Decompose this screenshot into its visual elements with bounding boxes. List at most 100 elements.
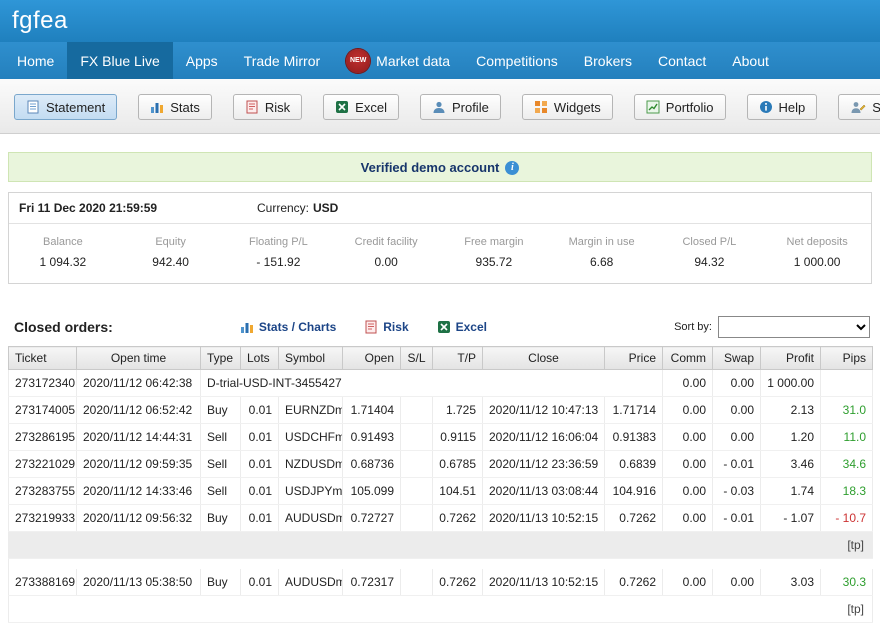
table-cell: 1.71714 [605,397,663,424]
profile-button[interactable]: Profile [420,94,501,120]
table-cell: 273388169 [9,569,77,596]
table-row: 2733881692020/11/13 05:38:50Buy0.01AUDUS… [9,569,873,596]
table-cell: 0.00 [713,569,761,596]
stats-button[interactable]: Stats [138,94,212,120]
table-row: 2732210292020/11/12 09:59:35Sell0.01NZDU… [9,451,873,478]
nav-item-apps[interactable]: Apps [173,42,231,79]
table-cell: 0.01 [241,451,279,478]
table-cell: 0.00 [663,370,713,397]
account-header-row: Fri 11 Dec 2020 21:59:59 Currency: USD [9,193,871,224]
column-header-open: Open [343,347,401,370]
nav-item-brokers[interactable]: Brokers [571,42,645,79]
portfolio-button-label: Portfolio [666,100,714,115]
summary-label: Balance [9,236,117,248]
table-cell [401,478,433,505]
table-cell: EURNZDm [279,397,343,424]
portfolio-button[interactable]: Portfolio [634,94,726,120]
close-comment-cell: [tp] [9,532,873,559]
table-cell: - 0.01 [713,505,761,532]
table-cell: 104.916 [605,478,663,505]
table-cell [9,559,873,570]
summary-value: 935.72 [440,255,548,269]
table-row: [tp] [9,532,873,559]
nav-item-competitions[interactable]: Competitions [463,42,571,79]
table-cell: 273283755 [9,478,77,505]
summary-value: 94.32 [656,255,764,269]
summary-label: Credit facility [332,236,440,248]
column-header-open-time: Open time [77,347,201,370]
table-cell: 0.7262 [605,505,663,532]
table-cell: Sell [201,451,241,478]
table-cell: 273286195 [9,424,77,451]
summary-closed-pl: Closed P/L 94.32 [656,236,764,269]
widgets-button[interactable]: Widgets [522,94,613,120]
column-header-lots: Lots [241,347,279,370]
table-cell: 0.91383 [605,424,663,451]
profile-icon [432,100,446,114]
table-cell: 34.6 [821,451,873,478]
table-cell: Buy [201,505,241,532]
table-cell [401,569,433,596]
verified-banner-text: Verified demo account [361,160,500,175]
stats-charts-link[interactable]: Stats / Charts [240,320,336,334]
table-cell: 0.01 [241,478,279,505]
table-cell: Sell [201,478,241,505]
help-button[interactable]: Help [747,94,818,120]
table-cell: 2020/11/12 14:44:31 [77,424,201,451]
table-cell: 18.3 [821,478,873,505]
account-summary: Balance 1 094.32 Equity 942.40 Floating … [9,224,871,283]
table-cell: 1.20 [761,424,821,451]
table-cell: 0.7262 [433,505,483,532]
table-cell: 0.00 [663,505,713,532]
new-badge: NEW [346,49,370,73]
risk-icon [245,100,259,114]
sign-up-button-label: Sign up [872,100,880,115]
sort-group: Sort by: [674,316,870,338]
table-cell: AUDUSDm [279,505,343,532]
table-cell: 3.03 [761,569,821,596]
verified-banner: Verified demo account i [8,152,872,182]
table-cell: 2020/11/13 10:52:15 [483,569,605,596]
table-cell: 273172340 [9,370,77,397]
orders-header: Closed orders: Stats / Charts Risk Excel… [14,316,870,338]
table-cell: 0.91493 [343,424,401,451]
table-cell: 2020/11/12 23:36:59 [483,451,605,478]
sort-by-label: Sort by: [674,321,712,333]
nav-item-trade-mirror[interactable]: Trade Mirror [231,42,334,79]
risk-button[interactable]: Risk [233,94,302,120]
column-header-symbol: Symbol [279,347,343,370]
stats-button-label: Stats [170,100,200,115]
statement-button[interactable]: Statement [14,94,117,120]
table-row [9,559,873,570]
table-cell: 0.00 [663,424,713,451]
column-header-comm: Comm [663,347,713,370]
sort-select[interactable] [718,316,870,338]
excel-link[interactable]: Excel [437,320,487,334]
nav-item-about[interactable]: About [719,42,782,79]
info-icon[interactable]: i [505,161,519,175]
excel-button[interactable]: Excel [323,94,399,120]
table-cell: USDCHFm [279,424,343,451]
orders-links: Stats / Charts Risk Excel [240,320,547,334]
table-cell: 0.01 [241,569,279,596]
table-cell: 0.01 [241,397,279,424]
table-cell: 11.0 [821,424,873,451]
table-cell: 0.00 [713,397,761,424]
close-comment-cell: [tp] [9,596,873,623]
nav-item-home[interactable]: Home [4,42,67,79]
nav-item-market-data[interactable]: NEW Market data [333,42,463,79]
table-cell: 2020/11/12 14:33:46 [77,478,201,505]
summary-value: 942.40 [117,255,225,269]
currency-label: Currency: [257,201,309,215]
risk-link[interactable]: Risk [364,320,408,334]
risk-link-label: Risk [383,320,408,334]
table-row: [tp] [9,596,873,623]
statement-button-label: Statement [46,100,105,115]
nav-item-fx-blue-live[interactable]: FX Blue Live [67,42,172,79]
sign-up-button[interactable]: Sign up [838,94,880,120]
table-cell: 0.72317 [343,569,401,596]
widgets-button-label: Widgets [554,100,601,115]
column-header-swap: Swap [713,347,761,370]
nav-item-contact[interactable]: Contact [645,42,719,79]
column-header-ticket: Ticket [9,347,77,370]
